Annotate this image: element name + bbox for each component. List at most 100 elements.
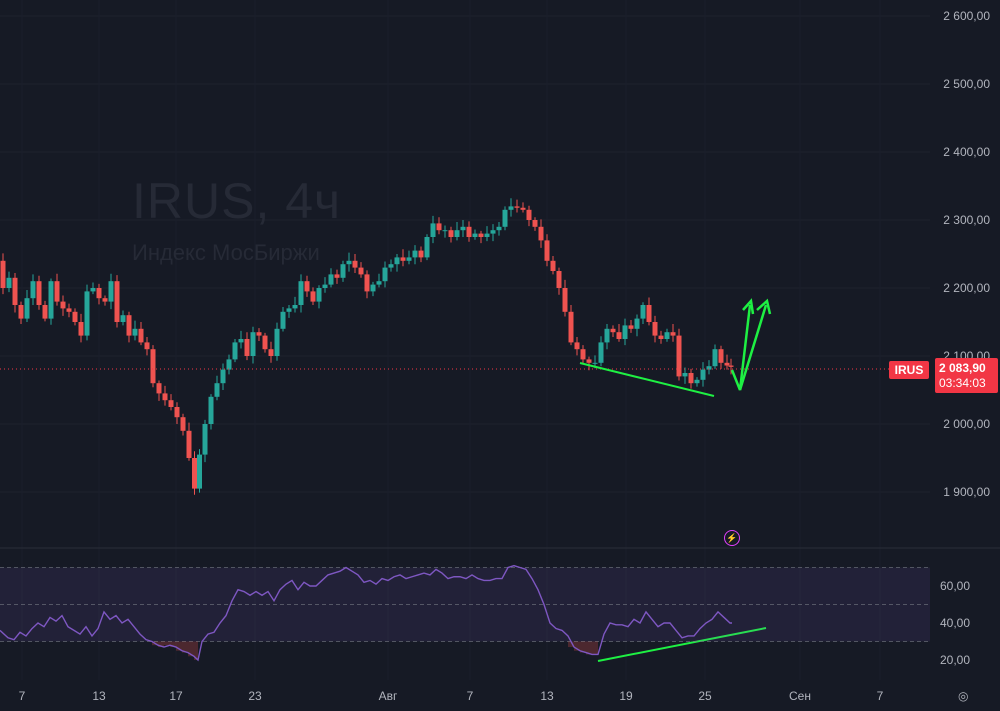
current-price-label: 2 083,90 bbox=[939, 361, 986, 375]
time-tick-label: 13 bbox=[540, 689, 554, 703]
price-tick-label: 2 000,00 bbox=[943, 417, 990, 431]
candle-body bbox=[90, 288, 96, 292]
candle-body bbox=[174, 407, 180, 418]
candle-body bbox=[12, 277, 18, 305]
candle-body bbox=[364, 274, 370, 292]
time-tick-label: Авг bbox=[379, 689, 398, 703]
time-tick-label: 19 bbox=[619, 689, 633, 703]
candle-body bbox=[664, 332, 670, 339]
candle-body bbox=[292, 305, 298, 309]
candle-body bbox=[180, 417, 186, 431]
candle-body bbox=[532, 220, 538, 227]
watermark-symbol: IRUS, 4ч bbox=[132, 173, 342, 229]
candle-body bbox=[682, 373, 688, 377]
candle-body bbox=[192, 458, 197, 489]
candle-body bbox=[562, 288, 568, 312]
price-tick-label: 2 300,00 bbox=[943, 213, 990, 227]
candle-body bbox=[132, 328, 138, 336]
candle-body bbox=[72, 311, 78, 322]
candle-body bbox=[652, 322, 658, 336]
candle-body bbox=[658, 335, 664, 339]
watermark-name: Индекс МосБиржи bbox=[132, 240, 320, 265]
candle-body bbox=[358, 267, 364, 275]
candle-body bbox=[538, 226, 544, 241]
candle-body bbox=[556, 271, 562, 288]
candle-body bbox=[466, 226, 472, 237]
candle-body bbox=[520, 207, 526, 210]
candle-body bbox=[700, 369, 706, 380]
price-tick-label: 2 500,00 bbox=[943, 77, 990, 91]
candle-body bbox=[460, 226, 466, 231]
time-tick-label: 7 bbox=[467, 689, 474, 703]
candle-body bbox=[634, 318, 640, 329]
candle-body bbox=[54, 281, 60, 302]
candle-body bbox=[168, 400, 174, 407]
candle-body bbox=[508, 206, 514, 210]
candle-body bbox=[592, 362, 598, 364]
candle-body bbox=[322, 284, 328, 288]
candle-body bbox=[214, 383, 220, 397]
candle-body bbox=[400, 257, 406, 261]
candle-body bbox=[250, 332, 256, 356]
candle-body bbox=[712, 349, 718, 367]
candle-body bbox=[604, 328, 610, 343]
candle-body bbox=[102, 298, 108, 302]
candle-body bbox=[418, 250, 424, 258]
candle-body bbox=[78, 322, 84, 336]
lightning-icon[interactable]: ⚡ bbox=[724, 530, 740, 546]
candle-body bbox=[138, 328, 144, 343]
candle-body bbox=[108, 281, 114, 302]
candle-body bbox=[304, 281, 310, 292]
chart-canvas: 2 600,00 2 500,00 2 400,00 2 300,00 2 200,00… bbox=[0, 0, 1000, 711]
price-tag: 2 083,90 03:34:03 bbox=[935, 358, 998, 393]
candle-body bbox=[42, 305, 48, 319]
candle-body bbox=[580, 349, 586, 360]
settings-icon[interactable]: ◎ bbox=[958, 689, 968, 703]
candle-body bbox=[436, 223, 442, 231]
candle-body bbox=[472, 233, 478, 237]
candle-body bbox=[202, 424, 208, 455]
candle-body bbox=[676, 335, 682, 377]
candle-body bbox=[616, 332, 622, 339]
candle-body bbox=[574, 342, 580, 350]
candle-body bbox=[628, 325, 634, 329]
candle-body bbox=[226, 359, 232, 370]
price-tick-label: 2 400,00 bbox=[943, 145, 990, 159]
candle-body bbox=[334, 274, 340, 278]
candle-body bbox=[550, 260, 556, 271]
candle-body bbox=[718, 349, 724, 363]
candle-body bbox=[382, 267, 388, 282]
candle-body bbox=[646, 305, 652, 322]
candle-body bbox=[197, 454, 202, 489]
candle-body bbox=[610, 328, 616, 333]
candle-body bbox=[442, 230, 448, 232]
candle-body bbox=[430, 223, 436, 237]
candle-body bbox=[262, 335, 268, 350]
rsi-oversold-fill bbox=[164, 641, 170, 646]
candle-body bbox=[568, 311, 574, 343]
candle-body bbox=[208, 396, 214, 424]
candle-body bbox=[150, 349, 156, 384]
bar-countdown-label: 03:34:03 bbox=[939, 376, 986, 390]
candle-body bbox=[162, 393, 168, 401]
candle-body bbox=[186, 430, 192, 458]
candle-body bbox=[490, 230, 496, 234]
time-tick-label: 7 bbox=[877, 689, 884, 703]
candle-body bbox=[598, 342, 604, 363]
symbol-tag: IRUS bbox=[889, 361, 929, 379]
candle-body bbox=[454, 230, 460, 237]
price-tick-label: 2 200,00 bbox=[943, 281, 990, 295]
candle-body bbox=[66, 308, 72, 312]
candle-body bbox=[478, 233, 484, 237]
candle-body bbox=[728, 365, 734, 367]
candle-body bbox=[156, 383, 162, 394]
time-tick-label: Сен bbox=[789, 689, 811, 703]
candle-body bbox=[544, 240, 550, 261]
candle-body bbox=[274, 328, 280, 356]
candle-body bbox=[0, 260, 6, 288]
candle-body bbox=[694, 379, 700, 384]
candle-body bbox=[286, 308, 292, 312]
candle-body bbox=[24, 298, 30, 319]
candle-body bbox=[370, 284, 376, 292]
candle-body bbox=[268, 349, 274, 356]
